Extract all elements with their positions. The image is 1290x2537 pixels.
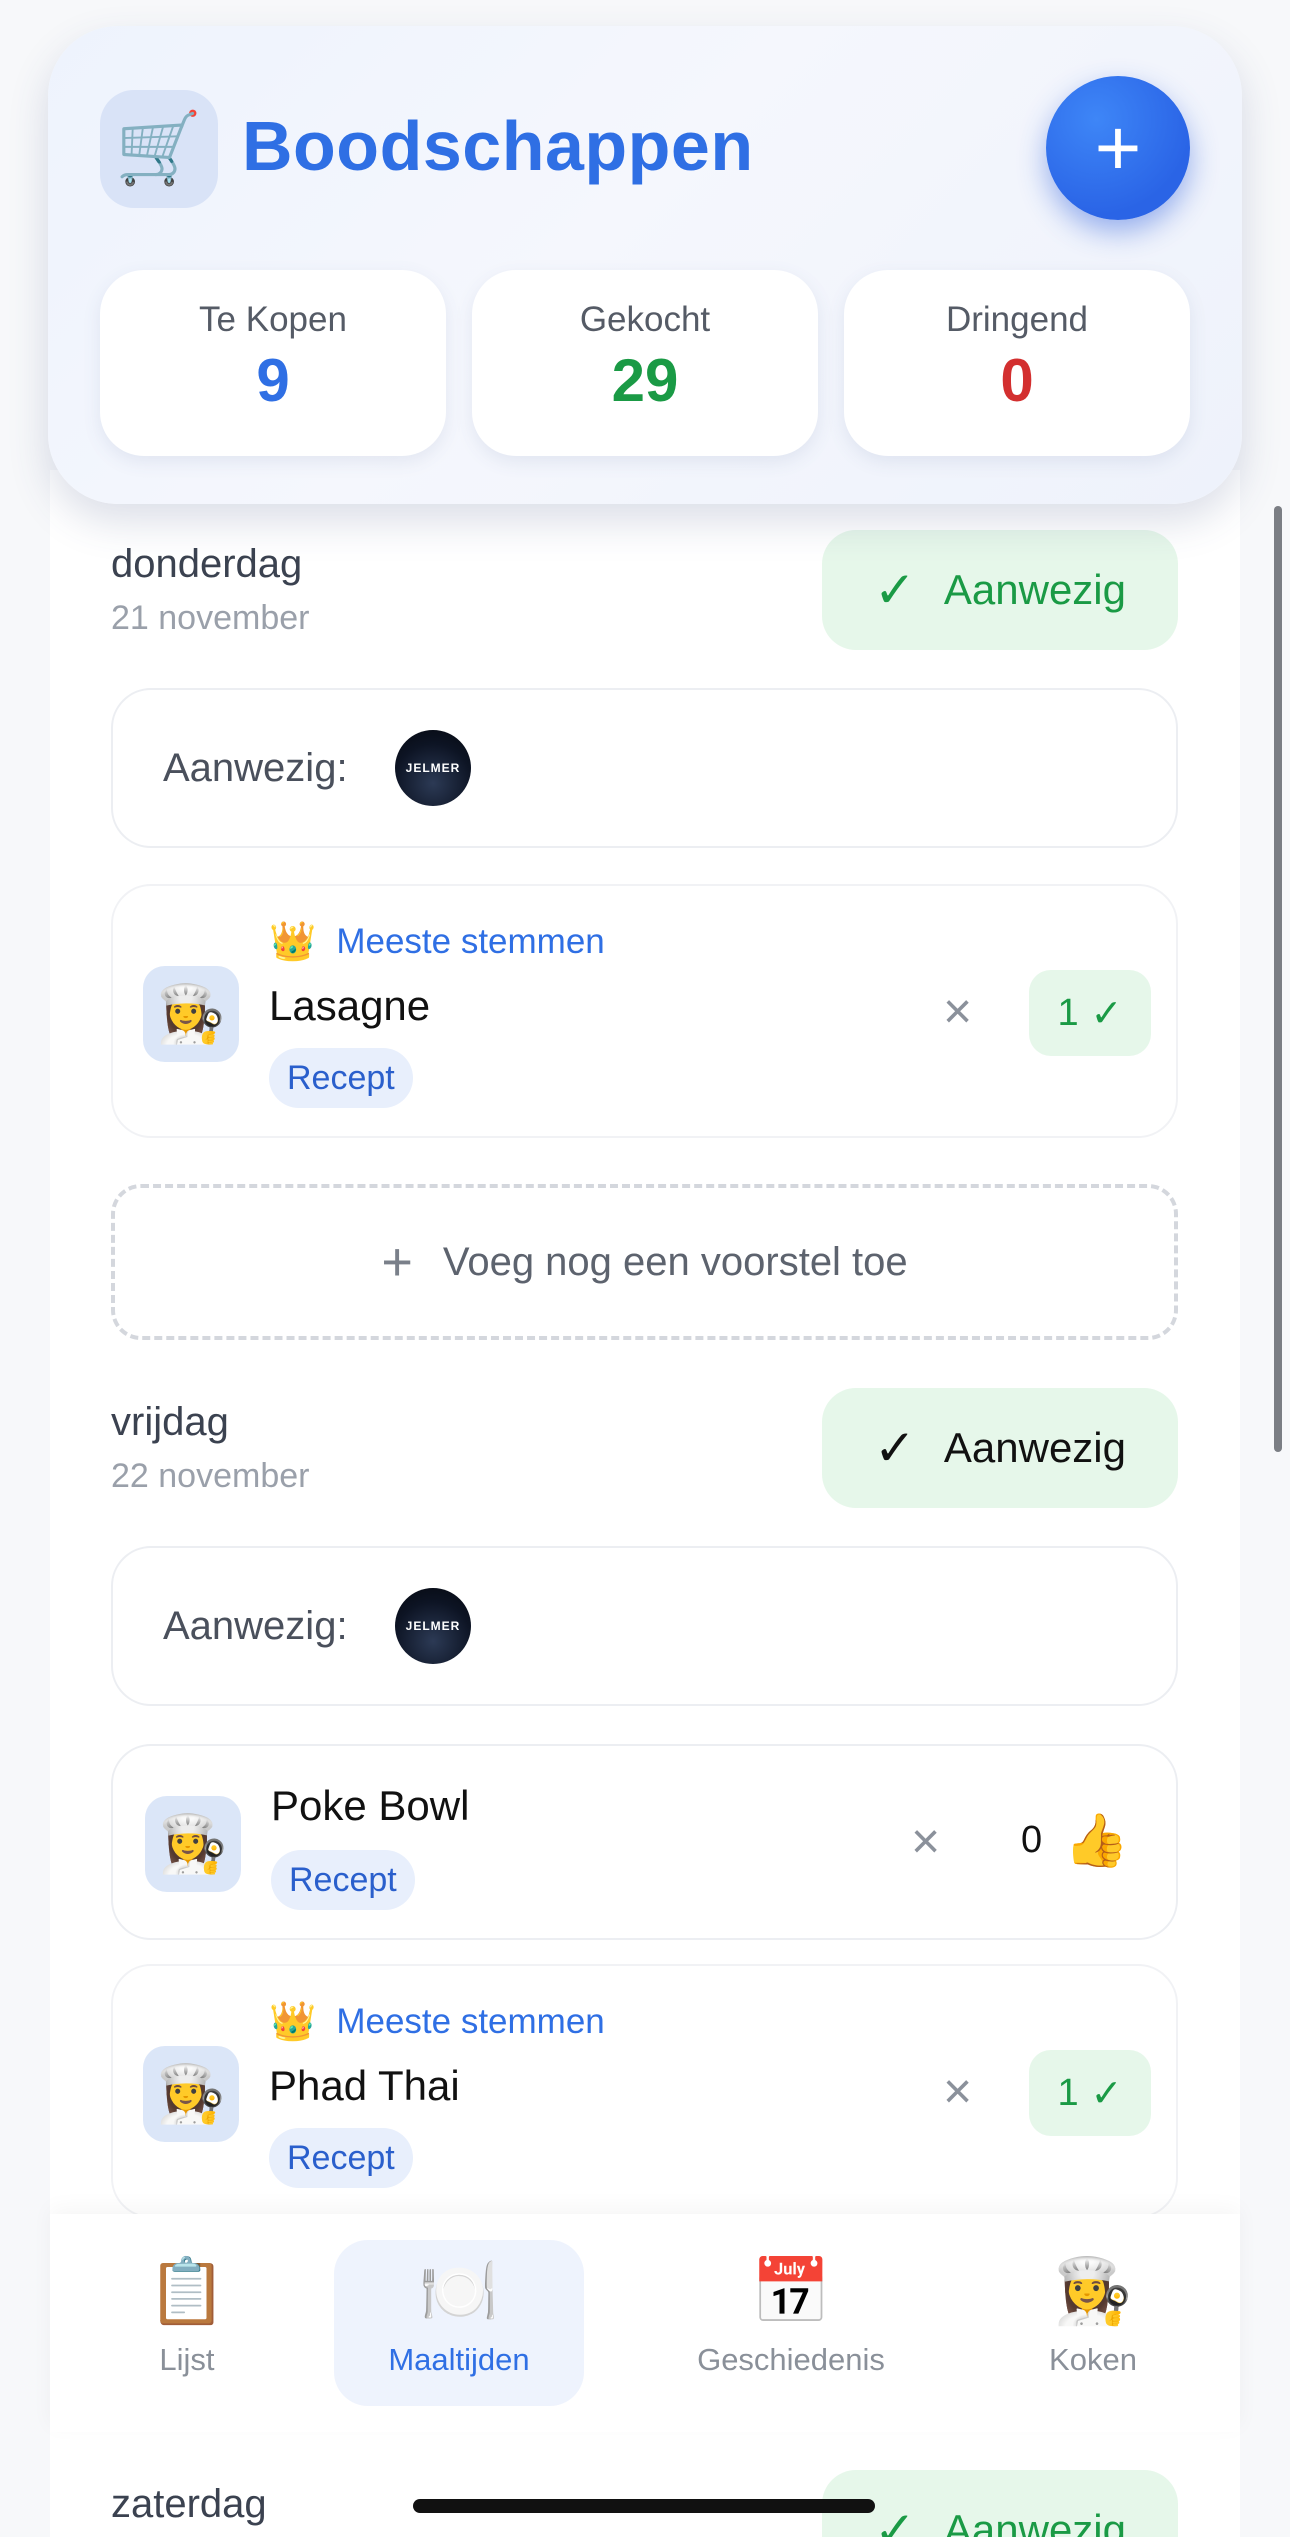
vote-count: 1 <box>1057 991 1079 1034</box>
most-votes-text: Meeste stemmen <box>336 922 605 961</box>
stat-value: 0 <box>1000 347 1034 414</box>
clipboard-icon: 📋 <box>147 2255 227 2327</box>
thumbs-up-icon: 👍 <box>1064 1812 1129 1870</box>
plus-icon: + <box>381 1232 413 1292</box>
plus-icon: + <box>1094 103 1142 192</box>
avatar[interactable]: JELMER <box>395 1588 471 1664</box>
day-date: 22 november <box>111 1457 310 1495</box>
app-header: 🛒 Boodschappen + Te Kopen 9 Gekocht 29 D… <box>48 26 1242 504</box>
day-name: donderdag <box>111 542 303 586</box>
cook-icon: 👩‍🍳 <box>145 1796 241 1892</box>
attendees-box-friday: Aanwezig: JELMER <box>111 1546 1178 1706</box>
stat-urgent[interactable]: Dringend 0 <box>844 270 1190 456</box>
vote-button[interactable]: 1 ✓ <box>1029 970 1151 1056</box>
attendance-toggle-friday[interactable]: ✓ Aanwezig <box>822 1388 1178 1508</box>
cook-icon: 👩‍🍳 <box>1053 2255 1133 2327</box>
cook-icon: 👩‍🍳 <box>143 2046 239 2142</box>
stat-label: Te Kopen <box>199 300 347 339</box>
tab-lijst[interactable]: 📋 Lijst <box>62 2240 312 2406</box>
crown-icon: 👑 <box>269 921 317 963</box>
tab-maaltijden[interactable]: 🍽️ Maaltijden <box>334 2240 584 2406</box>
meal-card-lasagne[interactable]: 👩‍🍳 👑 Meeste stemmen Lasagne Recept × 1 … <box>111 884 1178 1138</box>
attendance-toggle-label: Aanwezig <box>943 1424 1126 1471</box>
vote-count: 1 <box>1057 2071 1079 2114</box>
attendance-toggle-saturday[interactable]: ✓ Aanwezig <box>822 2470 1178 2537</box>
remove-meal-button[interactable]: × <box>943 986 972 1036</box>
recipe-button[interactable]: Recept <box>269 1048 413 1108</box>
vote-count: 0 <box>1021 1819 1043 1861</box>
add-proposal-label: Voeg nog een voorstel toe <box>442 1239 908 1284</box>
calendar-icon: 📅 <box>751 2255 831 2327</box>
day-name: zaterdag <box>111 2482 267 2526</box>
vote-button[interactable]: 0 👍 <box>1021 1810 1129 1871</box>
shopping-cart-icon: 🛒 <box>100 90 218 208</box>
tab-label: Geschiedenis <box>697 2342 885 2377</box>
avatar[interactable]: JELMER <box>395 730 471 806</box>
most-votes-text: Meeste stemmen <box>336 2002 605 2041</box>
tab-label: Lijst <box>159 2342 215 2377</box>
check-icon: ✓ <box>1090 992 1123 1035</box>
stat-value: 29 <box>611 347 679 414</box>
check-icon: ✓ <box>873 1420 916 1476</box>
meal-name: Phad Thai <box>269 2062 460 2109</box>
meal-card-poke-bowl[interactable]: 👩‍🍳 Poke Bowl Recept × 0 👍 <box>111 1744 1178 1940</box>
attendance-toggle-thursday[interactable]: ✓ Aanwezig <box>822 530 1178 650</box>
bottom-tab-bar: 📋 Lijst 🍽️ Maaltijden 📅 Geschiedenis 👩‍🍳… <box>50 2214 1240 2432</box>
crown-icon: 👑 <box>269 2001 317 2043</box>
check-icon: ✓ <box>873 2502 916 2537</box>
day-header-friday: vrijdag 22 november <box>111 1400 309 1496</box>
avatar-initials: JELMER <box>405 761 461 775</box>
remove-meal-button[interactable]: × <box>911 1816 940 1866</box>
day-header-thursday: donderdag 21 november <box>111 542 309 638</box>
attendees-box-thursday: Aanwezig: JELMER <box>111 688 1178 848</box>
tab-label: Koken <box>1049 2342 1137 2377</box>
attendance-toggle-label: Aanwezig <box>943 566 1126 613</box>
day-date: 21 november <box>111 599 310 637</box>
day-name: vrijdag <box>111 1400 229 1444</box>
plate-icon: 🍽️ <box>419 2255 499 2327</box>
most-votes-label: 👑 Meeste stemmen <box>269 920 605 964</box>
attendees-label: Aanwezig: <box>163 746 348 790</box>
meal-card-phad-thai[interactable]: 👩‍🍳 👑 Meeste stemmen Phad Thai Recept × … <box>111 1964 1178 2218</box>
app-screen: donderdag 21 november ✓ Aanwezig Aanwezi… <box>0 0 1290 2537</box>
tab-koken[interactable]: 👩‍🍳 Koken <box>968 2240 1218 2406</box>
stat-label: Dringend <box>945 300 1089 339</box>
recipe-button[interactable]: Recept <box>271 1850 415 1910</box>
add-proposal-button[interactable]: + Voeg nog een voorstel toe <box>111 1184 1178 1340</box>
stat-bought[interactable]: Gekocht 29 <box>472 270 818 456</box>
cook-icon: 👩‍🍳 <box>143 966 239 1062</box>
day-header-saturday: zaterdag <box>111 2482 267 2527</box>
most-votes-label: 👑 Meeste stemmen <box>269 2000 605 2044</box>
home-indicator[interactable] <box>413 2499 875 2513</box>
meal-name: Poke Bowl <box>271 1782 470 1829</box>
scrollbar[interactable] <box>1274 506 1282 1452</box>
remove-meal-button[interactable]: × <box>943 2066 972 2116</box>
attendees-label: Aanwezig: <box>163 1604 348 1648</box>
tab-geschiedenis[interactable]: 📅 Geschiedenis <box>666 2240 916 2406</box>
stat-value: 9 <box>256 347 290 414</box>
add-item-button[interactable]: + <box>1046 76 1190 220</box>
check-icon: ✓ <box>873 562 916 618</box>
recipe-button[interactable]: Recept <box>269 2128 413 2188</box>
stat-to-buy[interactable]: Te Kopen 9 <box>100 270 446 456</box>
tab-label: Maaltijden <box>388 2342 530 2377</box>
vote-button[interactable]: 1 ✓ <box>1029 2050 1151 2136</box>
stat-label: Gekocht <box>579 300 711 339</box>
attendance-toggle-label: Aanwezig <box>943 2506 1126 2537</box>
avatar-initials: JELMER <box>405 1619 461 1633</box>
app-title: Boodschappen <box>242 107 754 185</box>
check-icon: ✓ <box>1090 2072 1123 2115</box>
meal-name: Lasagne <box>269 982 431 1029</box>
